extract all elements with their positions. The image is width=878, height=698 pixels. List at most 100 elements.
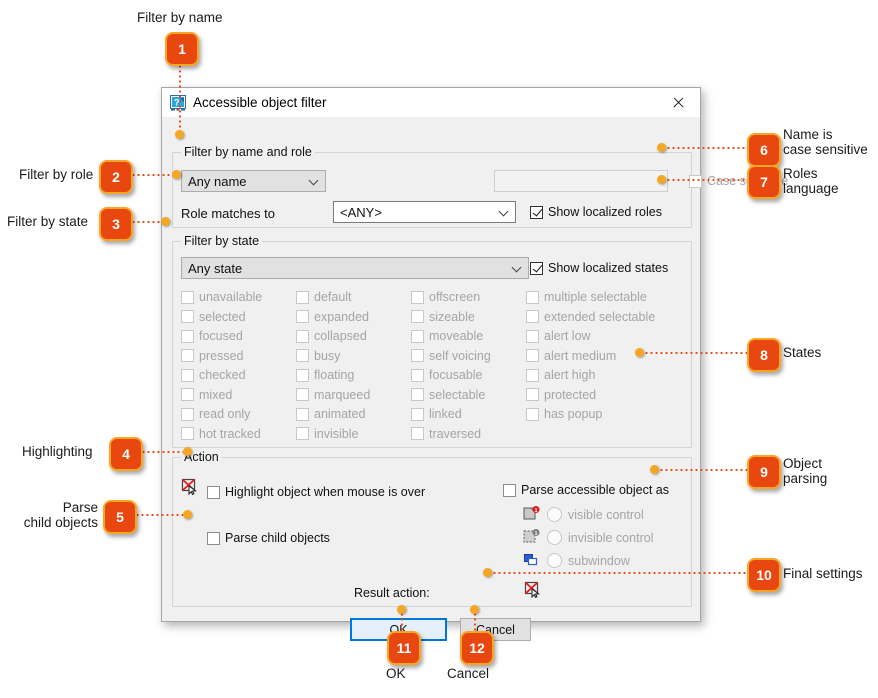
radio-circle bbox=[547, 507, 562, 522]
state-checkbox-multiple-selectable[interactable]: multiple selectable bbox=[526, 290, 647, 304]
state-checkbox-collapsed[interactable]: collapsed bbox=[296, 329, 367, 343]
callout-anchor-8 bbox=[635, 348, 644, 357]
state-checkbox-label: extended selectable bbox=[544, 309, 656, 324]
checkbox-box bbox=[530, 261, 543, 275]
checkbox-box bbox=[207, 485, 220, 499]
dialog-titlebar[interactable]: ? Accessible object filter bbox=[162, 88, 700, 117]
checkbox-box bbox=[181, 407, 194, 421]
state-checkbox-focused[interactable]: focused bbox=[181, 329, 243, 343]
radio-visible-control[interactable]: visible control bbox=[547, 507, 644, 522]
visible-control-icon: 1 bbox=[523, 506, 541, 522]
state-checkbox-label: alert low bbox=[544, 329, 591, 343]
state-checkbox-floating[interactable]: floating bbox=[296, 368, 354, 382]
callout-marker-3[interactable]: 3 bbox=[99, 207, 133, 241]
state-checkbox-unavailable[interactable]: unavailable bbox=[181, 290, 262, 304]
state-checkbox-focusable[interactable]: focusable bbox=[411, 368, 483, 382]
callout-marker-8[interactable]: 8 bbox=[747, 338, 781, 372]
chevron-down-icon bbox=[506, 258, 528, 278]
state-checkbox-read-only[interactable]: read only bbox=[181, 407, 250, 421]
radio-circle bbox=[547, 553, 562, 568]
checkbox-box bbox=[689, 174, 702, 188]
state-checkbox-traversed[interactable]: traversed bbox=[411, 427, 481, 441]
svg-text:1: 1 bbox=[534, 508, 537, 514]
callout-marker-1[interactable]: 1 bbox=[165, 32, 199, 66]
state-checkbox-label: focused bbox=[199, 329, 243, 343]
callout-marker-5[interactable]: 5 bbox=[103, 500, 137, 534]
show-localized-roles-checkbox[interactable]: Show localized roles bbox=[530, 205, 662, 219]
state-checkbox-label: expanded bbox=[314, 309, 369, 324]
checkbox-box bbox=[526, 407, 539, 421]
state-checkbox-mixed[interactable]: mixed bbox=[181, 388, 232, 402]
state-filter-combo[interactable]: Any state bbox=[181, 257, 529, 279]
checkbox-box bbox=[526, 388, 539, 401]
radio-invisible-control-label: invisible control bbox=[568, 530, 654, 545]
state-checkbox-hot-tracked[interactable]: hot tracked bbox=[181, 427, 261, 441]
role-filter-combo[interactable]: <ANY> bbox=[333, 201, 516, 223]
state-checkbox-marqueed[interactable]: marqueed bbox=[296, 388, 370, 402]
state-checkbox-default[interactable]: default bbox=[296, 290, 352, 304]
state-checkbox-label: read only bbox=[199, 407, 251, 421]
state-checkbox-selectable[interactable]: selectable bbox=[411, 388, 485, 402]
state-checkbox-moveable[interactable]: moveable bbox=[411, 329, 483, 343]
checkbox-box bbox=[207, 531, 220, 545]
state-checkbox-checked[interactable]: checked bbox=[181, 368, 246, 382]
state-checkbox-label: busy bbox=[314, 348, 341, 363]
radio-invisible-control[interactable]: invisible control bbox=[547, 530, 653, 545]
state-checkbox-alert-high[interactable]: alert high bbox=[526, 368, 595, 382]
state-checkbox-label: hot tracked bbox=[199, 426, 261, 441]
state-checkbox-invisible[interactable]: invisible bbox=[296, 427, 358, 441]
callout-anchor-5 bbox=[183, 510, 192, 519]
state-checkbox-label: selectable bbox=[429, 387, 486, 402]
state-checkbox-selected[interactable]: selected bbox=[181, 310, 246, 324]
callout-marker-10[interactable]: 10 bbox=[747, 558, 781, 592]
callout-label-5: Parse child objects bbox=[23, 500, 98, 530]
state-checkbox-busy[interactable]: busy bbox=[296, 349, 340, 363]
close-icon[interactable] bbox=[656, 88, 700, 117]
state-checkbox-label: alert high bbox=[544, 368, 596, 382]
checkbox-box bbox=[411, 349, 424, 362]
role-filter-combo-value: <ANY> bbox=[340, 204, 382, 220]
callout-line-5 bbox=[135, 514, 184, 516]
state-checkbox-expanded[interactable]: expanded bbox=[296, 310, 369, 324]
accessible-object-filter-dialog: ? Accessible object filter Filter by nam… bbox=[161, 87, 788, 641]
checkbox-box bbox=[526, 310, 539, 323]
state-checkbox-self-voicing[interactable]: self voicing bbox=[411, 349, 491, 363]
callout-line-2 bbox=[131, 174, 175, 176]
state-checkbox-sizeable[interactable]: sizeable bbox=[411, 310, 475, 324]
callout-marker-6[interactable]: 6 bbox=[747, 133, 781, 167]
callout-line-4 bbox=[141, 451, 185, 453]
parse-accessible-object-as-checkbox[interactable]: Parse accessible object as bbox=[503, 483, 669, 497]
name-filter-input[interactable] bbox=[494, 170, 668, 192]
state-checkbox-linked[interactable]: linked bbox=[411, 407, 462, 421]
checkbox-box bbox=[411, 407, 424, 421]
state-checkbox-label: marqueed bbox=[314, 387, 371, 402]
group-title-state: Filter by state bbox=[181, 234, 263, 248]
state-checkbox-animated[interactable]: animated bbox=[296, 407, 365, 421]
group-title-name-role: Filter by name and role bbox=[181, 145, 315, 159]
state-checkbox-offscreen[interactable]: offscreen bbox=[411, 290, 480, 304]
callout-label-2: Filter by role bbox=[19, 167, 94, 182]
state-checkbox-pressed[interactable]: pressed bbox=[181, 349, 243, 363]
callout-anchor-6 bbox=[657, 143, 666, 152]
checkbox-box bbox=[296, 388, 309, 401]
state-checkbox-has-popup[interactable]: has popup bbox=[526, 407, 602, 421]
callout-marker-11[interactable]: 11 bbox=[387, 631, 421, 665]
state-checkbox-label: selected bbox=[199, 309, 246, 324]
callout-marker-2[interactable]: 2 bbox=[99, 160, 133, 194]
state-checkbox-extended-selectable[interactable]: extended selectable bbox=[526, 310, 655, 324]
highlight-object-checkbox[interactable]: Highlight object when mouse is over bbox=[207, 485, 425, 499]
callout-marker-9[interactable]: 9 bbox=[747, 455, 781, 489]
name-filter-combo[interactable]: Any name bbox=[181, 170, 326, 192]
state-checkbox-alert-low[interactable]: alert low bbox=[526, 329, 591, 343]
show-localized-states-checkbox[interactable]: Show localized states bbox=[530, 261, 668, 275]
state-checkbox-alert-medium[interactable]: alert medium bbox=[526, 349, 616, 363]
state-checkbox-protected[interactable]: protected bbox=[526, 388, 596, 402]
callout-anchor-11 bbox=[397, 605, 406, 614]
callout-marker-12[interactable]: 12 bbox=[460, 631, 494, 665]
callout-marker-7[interactable]: 7 bbox=[747, 165, 781, 199]
callout-marker-4[interactable]: 4 bbox=[109, 437, 143, 471]
callout-anchor-7 bbox=[657, 175, 666, 184]
highlight-object-label: Highlight object when mouse is over bbox=[225, 485, 426, 499]
radio-subwindow[interactable]: subwindow bbox=[547, 553, 630, 568]
parse-child-objects-checkbox[interactable]: Parse child objects bbox=[207, 531, 330, 545]
